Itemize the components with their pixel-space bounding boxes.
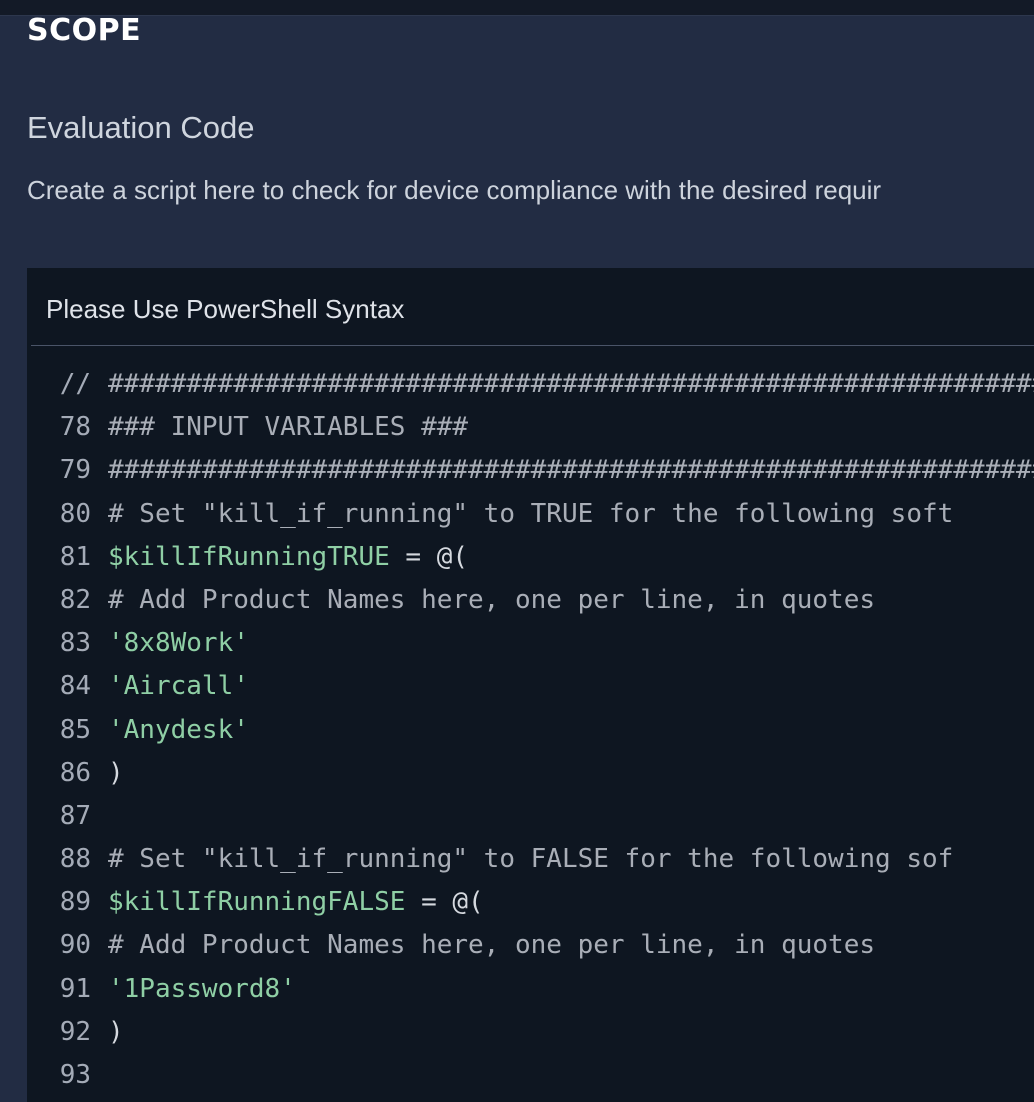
line-text: ### INPUT VARIABLES ### xyxy=(108,412,469,443)
code-line[interactable]: 87 xyxy=(27,795,1034,838)
code-line[interactable]: 92) xyxy=(27,1011,1034,1054)
section-title: Evaluation Code xyxy=(27,110,255,145)
line-number: 79 xyxy=(59,455,91,486)
code-line[interactable]: 90 # Add Product Names here, one per line… xyxy=(27,924,1034,967)
line-number: 83 xyxy=(59,628,91,659)
line-number: 81 xyxy=(59,541,91,572)
line-text: # Set "kill_if_running" to FALSE for the… xyxy=(108,844,954,875)
code-line[interactable]: 82 # Add Product Names here, one per line… xyxy=(27,579,1034,622)
code-line[interactable]: 81 $killIfRunningTRUE = @( xyxy=(27,536,1034,579)
line-text: '8x8Work' xyxy=(108,628,249,659)
code-line[interactable]: 85 'Anydesk' xyxy=(27,709,1034,752)
line-number: 91 xyxy=(59,973,91,1004)
line-text: ) xyxy=(108,1016,124,1047)
line-text: 'Anydesk' xyxy=(108,714,249,745)
top-bar xyxy=(0,0,1034,16)
code-line[interactable]: 91 '1Password8' xyxy=(27,968,1034,1011)
line-text-suffix: = @( xyxy=(405,887,484,918)
line-number: 85 xyxy=(59,714,91,745)
line-number: // xyxy=(59,369,91,399)
line-text: '1Password8' xyxy=(108,973,296,1004)
line-text: # Add Product Names here, one per line, … xyxy=(108,584,876,615)
line-text-suffix: = @( xyxy=(389,541,469,572)
line-number: 82 xyxy=(59,584,91,615)
code-line[interactable]: 78 ### INPUT VARIABLES ### xyxy=(27,406,1034,449)
line-number: 80 xyxy=(59,498,91,529)
code-line[interactable]: 89 $killIfRunningFALSE = @( xyxy=(27,881,1034,924)
scope-heading: SCOPE xyxy=(27,13,142,48)
code-line[interactable]: // ######################################… xyxy=(27,363,1034,406)
editor-divider xyxy=(31,345,1034,346)
line-number: 90 xyxy=(59,930,91,961)
line-text: 'Aircall' xyxy=(108,671,249,702)
code-line[interactable]: 93 xyxy=(27,1054,1034,1097)
code-line[interactable]: 80 # Set "kill_if_running" to TRUE for th… xyxy=(27,493,1034,536)
line-text: ########################################… xyxy=(108,455,1034,486)
line-text: # Add Product Names here, one per line, … xyxy=(108,930,876,961)
code-line[interactable]: 88 # Set "kill_if_running" to FALSE for t… xyxy=(27,838,1034,881)
line-number: 92 xyxy=(59,1016,91,1047)
code-area[interactable]: // ######################################… xyxy=(27,363,1034,1097)
line-text: ########################################… xyxy=(108,369,1034,399)
code-line[interactable]: 83 '8x8Work' xyxy=(27,622,1034,665)
line-number: 86 xyxy=(59,757,91,788)
code-editor[interactable]: Please Use PowerShell Syntax // #########… xyxy=(27,268,1034,1102)
line-number: 87 xyxy=(59,800,91,831)
code-line[interactable]: 86) xyxy=(27,752,1034,795)
line-number: 88 xyxy=(59,844,91,875)
line-number: 89 xyxy=(59,887,91,918)
line-text: $killIfRunningTRUE xyxy=(108,541,390,572)
page: SCOPE Evaluation Code Create a script he… xyxy=(0,0,1034,1102)
line-text: # Set "kill_if_running" to TRUE for the … xyxy=(108,498,954,529)
line-number: 84 xyxy=(59,671,91,702)
line-number: 78 xyxy=(59,412,91,443)
line-text: ) xyxy=(108,757,124,788)
line-text: $killIfRunningFALSE xyxy=(108,887,406,918)
editor-header: Please Use PowerShell Syntax xyxy=(46,294,405,324)
section-description: Create a script here to check for device… xyxy=(27,175,882,205)
code-line[interactable]: 79 ######################################… xyxy=(27,449,1034,492)
line-number: 93 xyxy=(59,1060,91,1090)
code-line[interactable]: 84 'Aircall' xyxy=(27,665,1034,708)
